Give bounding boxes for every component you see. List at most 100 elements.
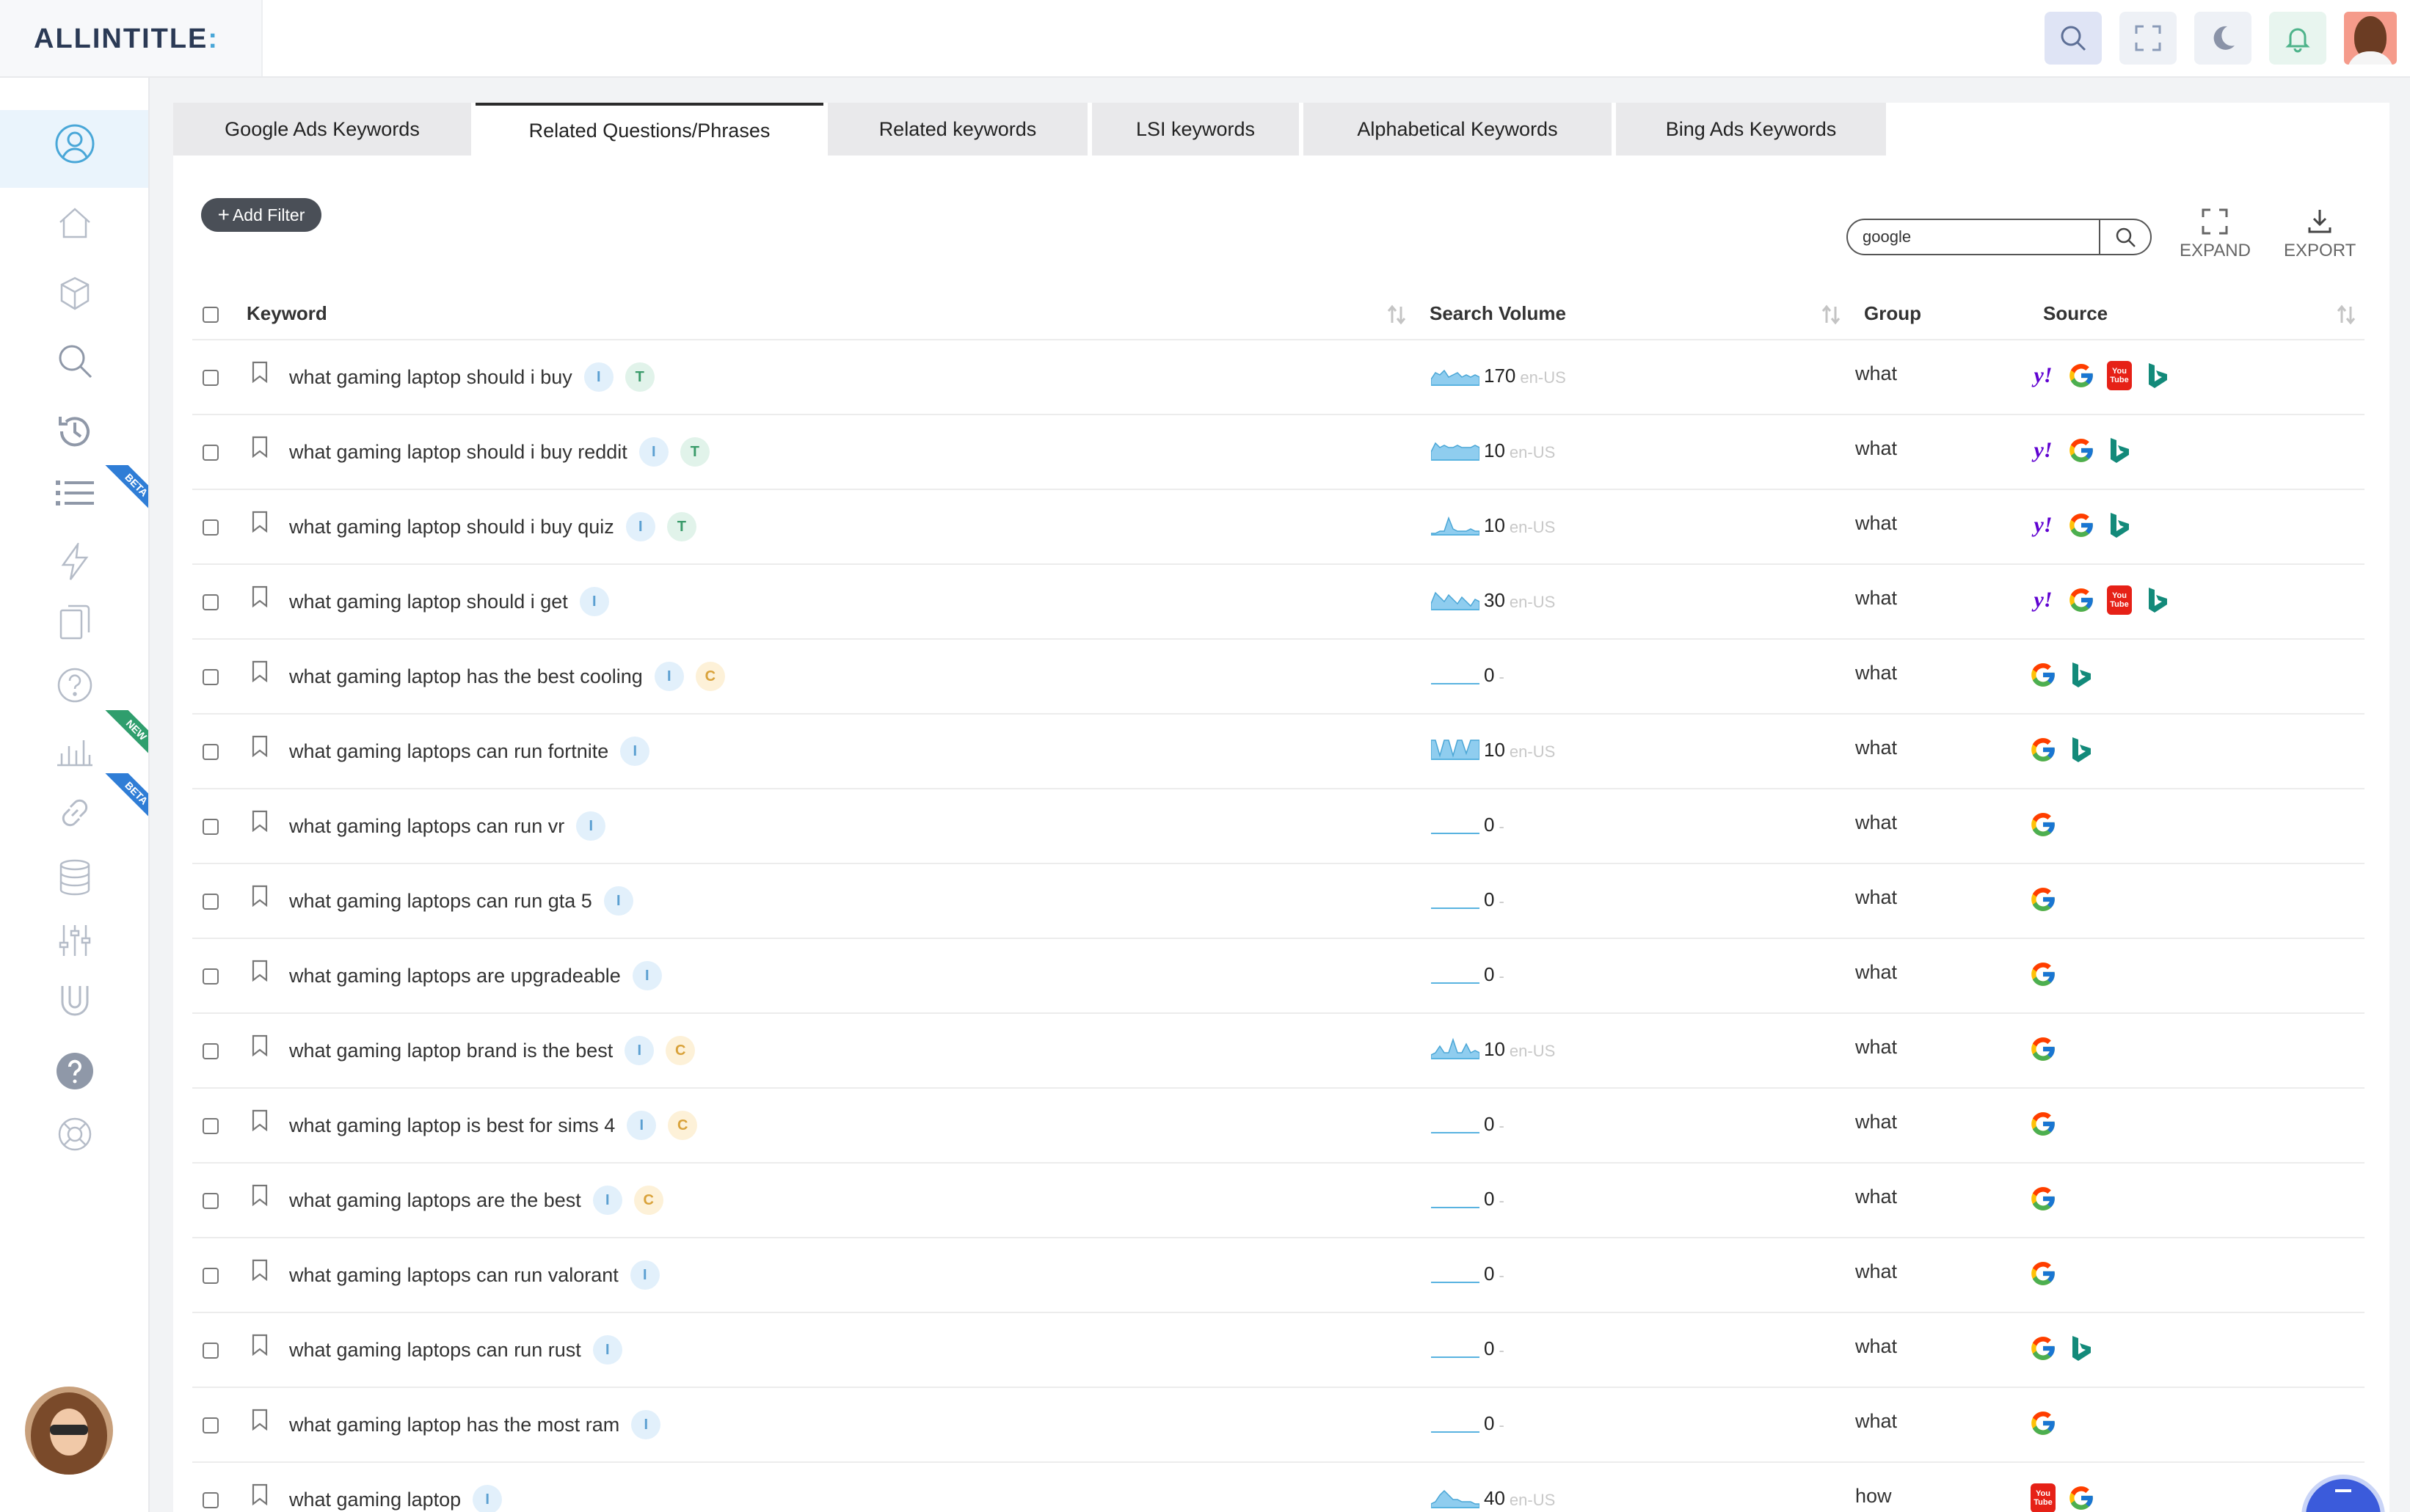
add-filter-button[interactable]: + Add Filter [201,198,321,232]
keyword-text[interactable]: what gaming laptop is best for sims 4 [289,1114,615,1137]
row-checkbox[interactable] [203,968,219,985]
sidebar-item-support[interactable] [54,1114,95,1155]
sidebar-user-avatar[interactable] [25,1387,113,1475]
keyword-text[interactable]: what gaming laptops can run valorant [289,1264,619,1287]
export-button[interactable]: EXPORT [2284,205,2356,261]
keyword-text[interactable]: what gaming laptops can run vr [289,815,564,838]
row-checkbox[interactable] [203,445,219,461]
app-logo[interactable]: ALLINTITLE: [34,23,219,55]
sidebar-item-lists[interactable] [54,474,95,515]
tab-google-ads-keywords[interactable]: Google Ads Keywords [173,103,471,156]
sidebar-item-settings[interactable] [54,920,95,961]
tab-alphabetical-keywords[interactable]: Alphabetical Keywords [1303,103,1612,156]
sidebar-item-home[interactable] [54,202,95,244]
bookmark-icon[interactable] [251,810,269,832]
row-checkbox[interactable] [203,1492,219,1508]
fullscreen-button[interactable] [2119,12,2177,65]
tab-bing-ads-keywords[interactable]: Bing Ads Keywords [1616,103,1886,156]
row-checkbox[interactable] [203,370,219,386]
sidebar-item-products[interactable] [54,273,95,314]
select-all-checkbox[interactable] [203,307,219,323]
bookmark-icon[interactable] [251,1483,269,1505]
search-submit-button[interactable] [2099,220,2150,254]
row-checkbox[interactable] [203,744,219,760]
sidebar-item-documents[interactable] [54,602,95,643]
bookmark-icon[interactable] [251,361,269,383]
notifications-button[interactable] [2269,12,2326,65]
sidebar-item-faq[interactable] [54,665,95,706]
row-checkbox[interactable] [203,1417,219,1434]
sidebar-item-backlinks[interactable] [54,792,95,833]
keyword-text[interactable]: what gaming laptops can run rust [289,1339,581,1362]
keyword-text[interactable]: what gaming laptop [289,1489,461,1511]
bookmark-icon[interactable] [251,960,269,982]
sidebar-item-database[interactable] [54,857,95,898]
bookmark-icon[interactable] [251,885,269,907]
expand-button[interactable]: EXPAND [2180,205,2251,261]
sort-icon[interactable] [1387,304,1406,326]
dark-mode-button[interactable] [2194,12,2251,65]
keyword-text[interactable]: what gaming laptops can run fortnite [289,740,608,763]
table-row: what gaming laptop should i buy reddit I T… [192,415,2365,490]
tab-related-questions[interactable]: Related Questions/Phrases [476,103,823,156]
column-header-search-volume[interactable]: Search Volume [1430,302,1566,325]
row-checkbox[interactable] [203,819,219,835]
volume-trend-chart [1431,982,1479,984]
search-input[interactable] [1848,220,2100,254]
tab-related-keywords[interactable]: Related keywords [828,103,1088,156]
tab-bar: Google Ads Keywords Related Questions/Ph… [173,103,1886,156]
keyword-text[interactable]: what gaming laptops are upgradeable [289,965,621,987]
tab-lsi-keywords[interactable]: LSI keywords [1092,103,1299,156]
bookmark-icon[interactable] [251,585,269,607]
keyword-text[interactable]: what gaming laptop brand is the best [289,1040,613,1062]
row-checkbox[interactable] [203,669,219,685]
row-checkbox[interactable] [203,894,219,910]
sidebar-item-help[interactable] [54,1051,95,1092]
user-avatar[interactable] [2344,12,2397,65]
keyword-text[interactable]: what gaming laptop should i get [289,591,568,613]
sidebar-item-profile[interactable] [54,123,95,164]
bookmark-icon[interactable] [251,1109,269,1131]
bookmark-icon[interactable] [251,1259,269,1281]
intent-badge: I [638,437,669,467]
keyword-text[interactable]: what gaming laptop should i buy quiz [289,516,614,538]
keyword-text[interactable]: what gaming laptop should i buy reddit [289,441,627,464]
bookmark-icon[interactable] [251,511,269,533]
sidebar-item-analytics[interactable] [54,729,95,770]
bookmark-icon[interactable] [251,1409,269,1431]
yahoo-icon: y! [2034,513,2053,537]
column-header-keyword[interactable]: Keyword [247,302,327,325]
row-checkbox[interactable] [203,1343,219,1359]
row-checkbox[interactable] [203,1043,219,1059]
sort-icon[interactable] [1821,304,1841,326]
keyword-text[interactable]: what gaming laptops are the best [289,1189,581,1212]
logo-text: ALLINTITLE [34,23,208,54]
sidebar-item-search[interactable] [54,340,95,381]
bookmark-icon[interactable] [251,1184,269,1206]
sidebar-item-history[interactable] [54,411,95,452]
bookmark-icon[interactable] [251,735,269,757]
bookmark-icon[interactable] [251,436,269,458]
row-checkbox[interactable] [203,1118,219,1134]
row-checkbox[interactable] [203,1193,219,1209]
keyword-text[interactable]: what gaming laptop has the most ram [289,1414,619,1436]
column-header-source[interactable]: Source [2043,302,2108,325]
sidebar-item-magnet[interactable] [54,982,95,1023]
sort-icon[interactable] [2337,304,2356,326]
row-checkbox[interactable] [203,519,219,536]
intent-badge: I [576,811,606,841]
bookmark-icon[interactable] [251,660,269,682]
bookmark-icon[interactable] [251,1334,269,1356]
row-checkbox[interactable] [203,594,219,610]
sidebar-item-actions[interactable] [54,541,95,582]
column-header-group[interactable]: Group [1864,302,1921,325]
keyword-text[interactable]: what gaming laptops can run gta 5 [289,890,592,913]
search-volume-cell: 10 en-US [1431,735,1555,761]
keyword-text[interactable]: what gaming laptop should i buy [289,366,572,389]
row-checkbox[interactable] [203,1268,219,1284]
bookmark-icon[interactable] [251,1034,269,1056]
global-search-button[interactable] [2045,12,2102,65]
keyword-text[interactable]: what gaming laptop has the best cooling [289,665,643,688]
intent-badge: C [666,1036,696,1065]
google-icon [2067,436,2096,465]
